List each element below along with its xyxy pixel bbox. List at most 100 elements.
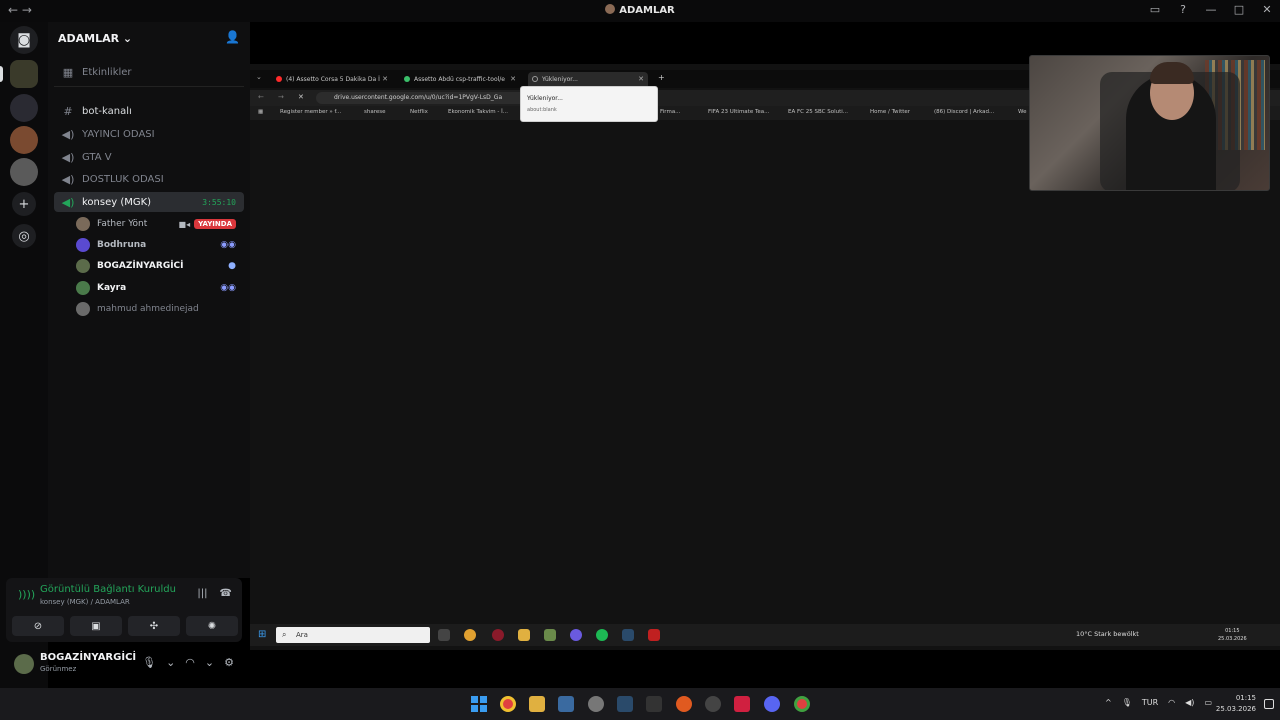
epic-games-icon[interactable] (646, 696, 662, 712)
store-icon[interactable] (558, 696, 574, 712)
channel-konsey-mgk[interactable]: ◀) konsey (MGK) 3:55:10 (54, 192, 244, 212)
app-icon[interactable] (705, 696, 721, 712)
bookmark[interactable]: Netflix (410, 109, 428, 115)
bookmark[interactable]: Register member » f... (280, 109, 341, 115)
user-name[interactable]: BOGAZİNYARGİCİ (40, 652, 136, 663)
browser-tab[interactable]: (4) Assetto Corsa 5 Dakika Da İ ✕ (272, 72, 392, 86)
voice-member[interactable]: BOGAZİNYARGİCİ ● (76, 256, 242, 276)
channel-bot-kanali[interactable]: # bot-kanalı (54, 101, 244, 121)
bookmark[interactable]: FIFA 23 Ultimate Tea... (708, 109, 769, 115)
close-button[interactable]: ✕ (1260, 3, 1274, 16)
steam-icon[interactable] (622, 629, 634, 641)
server-icon-2[interactable] (10, 94, 38, 122)
noise-suppression-icon[interactable]: ||| (197, 588, 207, 599)
app-icon[interactable] (570, 629, 582, 641)
app-icon[interactable] (588, 696, 604, 712)
voice-location[interactable]: konsey (MGK) / ADAMLAR (40, 598, 130, 606)
windows-start-icon[interactable]: ⊞ (258, 629, 266, 640)
explore-icon[interactable]: ◎ (12, 224, 36, 248)
channel-dostluk-odasi[interactable]: ◀) DOSTLUK ODASI (54, 169, 244, 189)
back-arrow-icon[interactable]: ← (258, 93, 264, 101)
tab-close-icon[interactable]: ✕ (510, 75, 516, 83)
voice-member[interactable]: Father Yönt ■◂ YAYINDA (76, 214, 242, 234)
inner-clock[interactable]: 01:15 25.03.2026 (1218, 627, 1247, 643)
stream-view[interactable]: ⌄ (4) Assetto Corsa 5 Dakika Da İ ✕ Asse… (250, 22, 1280, 688)
discord-home-icon[interactable]: ◙ (10, 26, 38, 54)
app-icon[interactable] (492, 629, 504, 641)
browser-tab[interactable]: Assetto Abdü csp-traffic-tool/e ✕ (400, 72, 520, 86)
maximize-button[interactable]: □ (1232, 3, 1246, 16)
app-icon[interactable] (676, 696, 692, 712)
microphone-icon[interactable]: 🎙 (1122, 698, 1132, 707)
avatar[interactable] (14, 654, 34, 674)
bookmark[interactable]: sharese (364, 109, 386, 115)
soundboard-button[interactable]: ✺ (186, 616, 238, 636)
add-server-icon[interactable]: + (12, 192, 36, 216)
chevron-down-icon[interactable]: ⌄ (166, 656, 175, 669)
chrome-icon[interactable] (464, 629, 476, 641)
wifi-icon[interactable]: ◠ (1168, 698, 1175, 707)
server-icon-1[interactable] (10, 60, 38, 88)
webcam-stream[interactable] (1029, 55, 1270, 191)
notification-icon[interactable] (1264, 699, 1274, 709)
screen-share-button[interactable]: ▣ (70, 616, 122, 636)
microphone-icon[interactable]: 🎙 (142, 656, 156, 669)
events-item[interactable]: ▦ Etkinlikler (54, 62, 244, 82)
settings-gear-icon[interactable]: ⚙ (224, 656, 234, 669)
steam-icon[interactable] (617, 696, 633, 712)
chrome-icon[interactable] (794, 696, 810, 712)
voice-status[interactable]: Görüntülü Bağlantı Kuruldu (40, 584, 176, 595)
bookmark[interactable]: EA FC 25 SBC Soluti... (788, 109, 848, 115)
bookmark[interactable]: (86) Discord | Arkad... (934, 109, 994, 115)
chevron-down-icon[interactable]: ⌄ (205, 656, 214, 669)
calendar-icon: ▦ (62, 65, 74, 79)
weather-widget[interactable]: 10°C Stark bewölkt (1076, 630, 1139, 638)
voice-member[interactable]: Kayra ◉◉ (76, 278, 242, 298)
bookmark[interactable]: We (1018, 109, 1027, 115)
app-icon[interactable] (648, 629, 660, 641)
battery-icon[interactable]: ▭ (1204, 698, 1212, 707)
app-icon[interactable] (544, 629, 556, 641)
voice-member[interactable]: mahmud ahmedinejad (76, 299, 242, 319)
server-icon-adamlar[interactable] (10, 158, 38, 186)
new-tab-icon[interactable]: + (658, 73, 665, 82)
file-explorer-icon[interactable] (529, 696, 545, 712)
server-icon-3[interactable] (10, 126, 38, 154)
apps-icon[interactable]: ▦ (258, 109, 263, 115)
forward-arrow-icon[interactable]: → (278, 93, 284, 101)
spotify-icon[interactable] (596, 629, 608, 641)
activities-button[interactable]: ✣ (128, 616, 180, 636)
voice-member[interactable]: Bodhruna ◉◉ (76, 235, 242, 255)
tab-search-icon[interactable]: ⌄ (256, 73, 262, 81)
bookmark[interactable]: Firma... (660, 109, 680, 115)
shared-screen-taskbar: ⊞ ⌕ Ara 10°C Stark bewölkt 01:15 25.03.2… (250, 624, 1280, 646)
headphones-icon[interactable]: ◠ (185, 656, 195, 669)
bookmark[interactable]: Home / Twitter (870, 109, 910, 115)
bookmark[interactable]: Ekonomik Takvim - İ... (448, 109, 508, 115)
disconnect-icon[interactable]: ☎ (220, 588, 232, 599)
signal-icon[interactable]: )))) (18, 588, 35, 601)
inbox-icon[interactable]: ▭ (1148, 3, 1162, 16)
windows-start-icon[interactable] (471, 696, 487, 712)
help-icon[interactable]: ? (1176, 3, 1190, 16)
language-indicator[interactable]: TUR (1142, 698, 1158, 707)
taskbar-search-input[interactable]: ⌕ Ara (276, 627, 430, 643)
minimize-button[interactable]: — (1204, 3, 1218, 16)
taskbar-clock[interactable]: 01:15 25.03.2026 (1216, 693, 1256, 715)
chevron-up-icon[interactable]: ^ (1105, 698, 1112, 707)
volume-icon[interactable]: ◀) (1185, 698, 1194, 707)
camera-off-button[interactable]: ⊘ (12, 616, 64, 636)
chrome-icon[interactable] (500, 696, 516, 712)
channel-gta-v[interactable]: ◀) GTA V (54, 147, 244, 167)
file-explorer-icon[interactable] (518, 629, 530, 641)
channel-yayinci-odasi[interactable]: ◀) YAYINCI ODASI (54, 124, 244, 144)
stop-loading-icon[interactable]: ✕ (298, 93, 304, 101)
add-member-icon[interactable]: 👤 (225, 30, 240, 44)
task-view-icon[interactable] (438, 629, 450, 641)
tab-close-icon[interactable]: ✕ (382, 75, 388, 83)
server-header[interactable]: ADAMLAR ⌄ 👤 (48, 22, 250, 54)
discord-icon[interactable] (764, 696, 780, 712)
app-icon[interactable] (734, 696, 750, 712)
tab-close-icon[interactable]: ✕ (638, 75, 644, 83)
browser-tab-active[interactable]: Yükleniyor... ✕ (528, 72, 648, 86)
